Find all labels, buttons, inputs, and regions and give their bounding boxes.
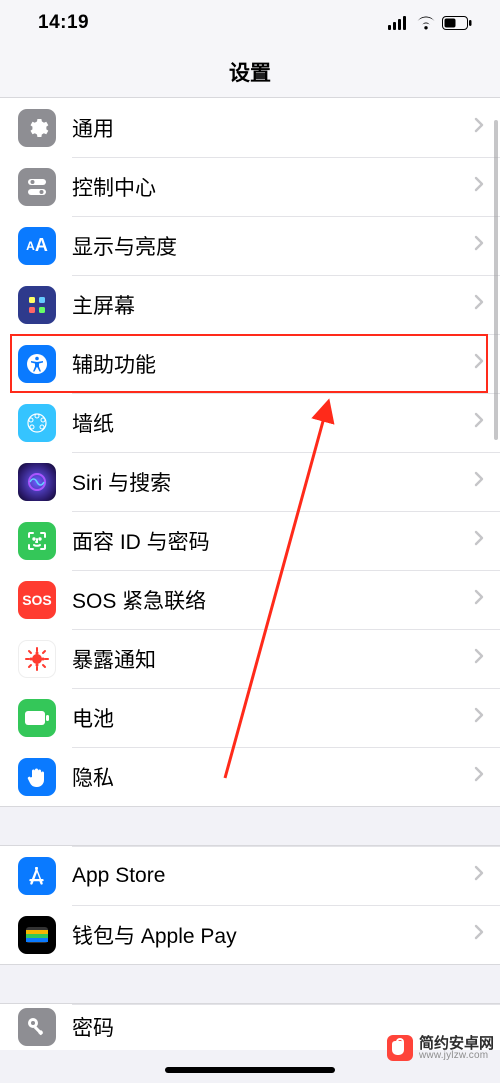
chevron-right-icon — [474, 294, 484, 315]
accessibility-icon — [18, 345, 56, 383]
row-wallpaper[interactable]: 墙纸 — [0, 393, 500, 452]
row-label: SOS 紧急联络 — [72, 585, 474, 615]
row-display-brightness[interactable]: AA 显示与亮度 — [0, 216, 500, 275]
wallet-icon — [18, 916, 56, 954]
row-siri-search[interactable]: Siri 与搜索 — [0, 452, 500, 511]
appstore-icon — [18, 857, 56, 895]
row-exposure-notification[interactable]: 暴露通知 — [0, 629, 500, 688]
text-size-icon: AA — [18, 227, 56, 265]
exposure-icon — [18, 640, 56, 678]
group-separator — [0, 806, 500, 846]
row-faceid-passcode[interactable]: 面容 ID 与密码 — [0, 511, 500, 570]
chevron-right-icon — [474, 707, 484, 728]
row-home-screen[interactable]: 主屏幕 — [0, 275, 500, 334]
status-bar: 14:19 — [0, 0, 500, 46]
row-label: 通用 — [72, 113, 474, 143]
row-label: 钱包与 Apple Pay — [72, 920, 474, 950]
watermark: 简约安卓网 www.jylzw.com — [387, 1035, 494, 1061]
scroll-indicator[interactable] — [494, 120, 498, 440]
watermark-url: www.jylzw.com — [419, 1051, 494, 1061]
row-label: 电池 — [72, 703, 474, 733]
hand-icon — [18, 758, 56, 796]
row-label: 主屏幕 — [72, 290, 474, 320]
chevron-right-icon — [474, 176, 484, 197]
row-control-center[interactable]: 控制中心 — [0, 157, 500, 216]
row-label: 暴露通知 — [72, 644, 474, 674]
chevron-right-icon — [474, 412, 484, 433]
key-icon — [18, 1008, 56, 1046]
row-label: 辅助功能 — [72, 349, 474, 379]
group-separator — [0, 964, 500, 1004]
chevron-right-icon — [474, 530, 484, 551]
battery-row-icon — [18, 699, 56, 737]
row-wallet-applepay[interactable]: 钱包与 Apple Pay — [0, 905, 500, 964]
home-grid-icon — [18, 286, 56, 324]
status-icons — [388, 16, 472, 30]
row-privacy[interactable]: 隐私 — [0, 747, 500, 806]
siri-icon — [18, 463, 56, 501]
page-title-text: 设置 — [229, 57, 271, 87]
row-sos[interactable]: SOS SOS 紧急联络 — [0, 570, 500, 629]
home-indicator[interactable] — [165, 1067, 335, 1073]
row-label: 显示与亮度 — [72, 231, 474, 261]
wallpaper-icon — [18, 404, 56, 442]
row-app-store[interactable]: App Store — [0, 846, 500, 905]
chevron-right-icon — [474, 471, 484, 492]
gear-icon — [18, 109, 56, 147]
row-label: 墙纸 — [72, 408, 474, 438]
chevron-right-icon — [474, 117, 484, 138]
row-accessibility[interactable]: 辅助功能 — [0, 334, 500, 393]
chevron-right-icon — [474, 235, 484, 256]
row-label: 控制中心 — [72, 172, 474, 202]
row-label: Siri 与搜索 — [72, 467, 474, 497]
faceid-icon — [18, 522, 56, 560]
wifi-icon — [416, 16, 436, 30]
row-label: 隐私 — [72, 762, 474, 792]
chevron-right-icon — [474, 766, 484, 787]
row-label: App Store — [72, 864, 474, 888]
page-title: 设置 — [0, 46, 500, 98]
chevron-right-icon — [474, 865, 484, 886]
settings-list: 通用 控制中心 AA 显示与亮度 主屏幕 辅助功能 墙纸 — [0, 98, 500, 1050]
status-time: 14:19 — [38, 12, 89, 34]
chevron-right-icon — [474, 589, 484, 610]
chevron-right-icon — [474, 924, 484, 945]
sos-icon: SOS — [18, 581, 56, 619]
chevron-right-icon — [474, 648, 484, 669]
cellular-icon — [388, 16, 410, 30]
watermark-icon — [387, 1035, 413, 1061]
row-battery[interactable]: 电池 — [0, 688, 500, 747]
watermark-brand: 简约安卓网 — [419, 1036, 494, 1051]
row-general[interactable]: 通用 — [0, 98, 500, 157]
battery-icon — [442, 16, 472, 30]
row-label: 面容 ID 与密码 — [72, 526, 474, 556]
toggles-icon — [18, 168, 56, 206]
chevron-right-icon — [474, 353, 484, 374]
